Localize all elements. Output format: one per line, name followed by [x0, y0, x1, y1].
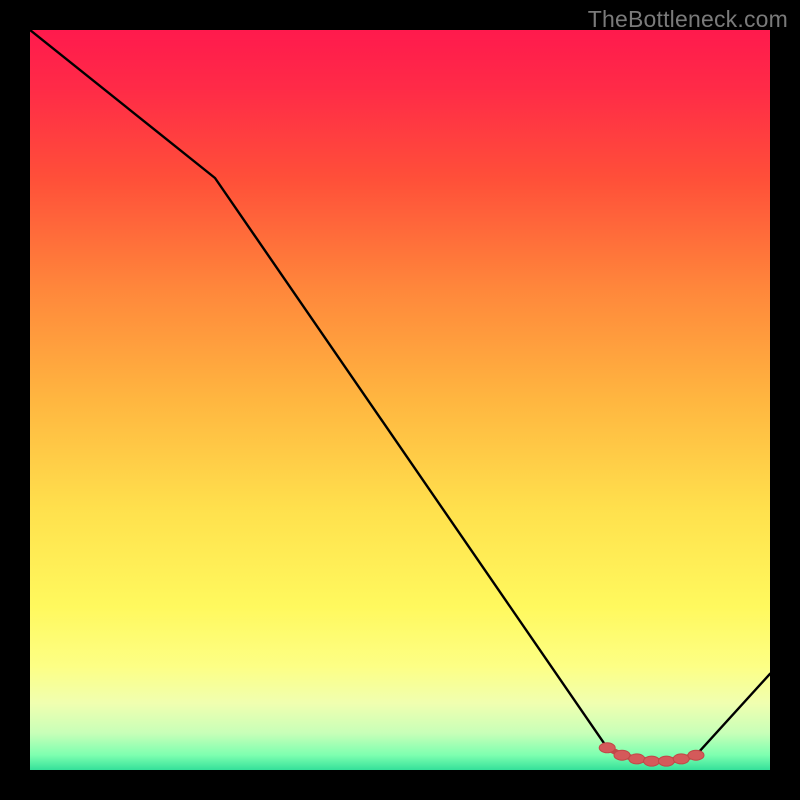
- chart-svg: [30, 30, 770, 770]
- plot-area: [30, 30, 770, 770]
- marker-point: [644, 756, 660, 766]
- marker-point: [658, 756, 674, 766]
- marker-point: [688, 750, 704, 760]
- marker-point: [629, 754, 645, 764]
- marker-point: [614, 750, 630, 760]
- gradient-background: [30, 30, 770, 770]
- chart-frame: TheBottleneck.com: [0, 0, 800, 800]
- marker-point: [599, 743, 615, 753]
- marker-point: [673, 754, 689, 764]
- watermark-text: TheBottleneck.com: [588, 6, 788, 33]
